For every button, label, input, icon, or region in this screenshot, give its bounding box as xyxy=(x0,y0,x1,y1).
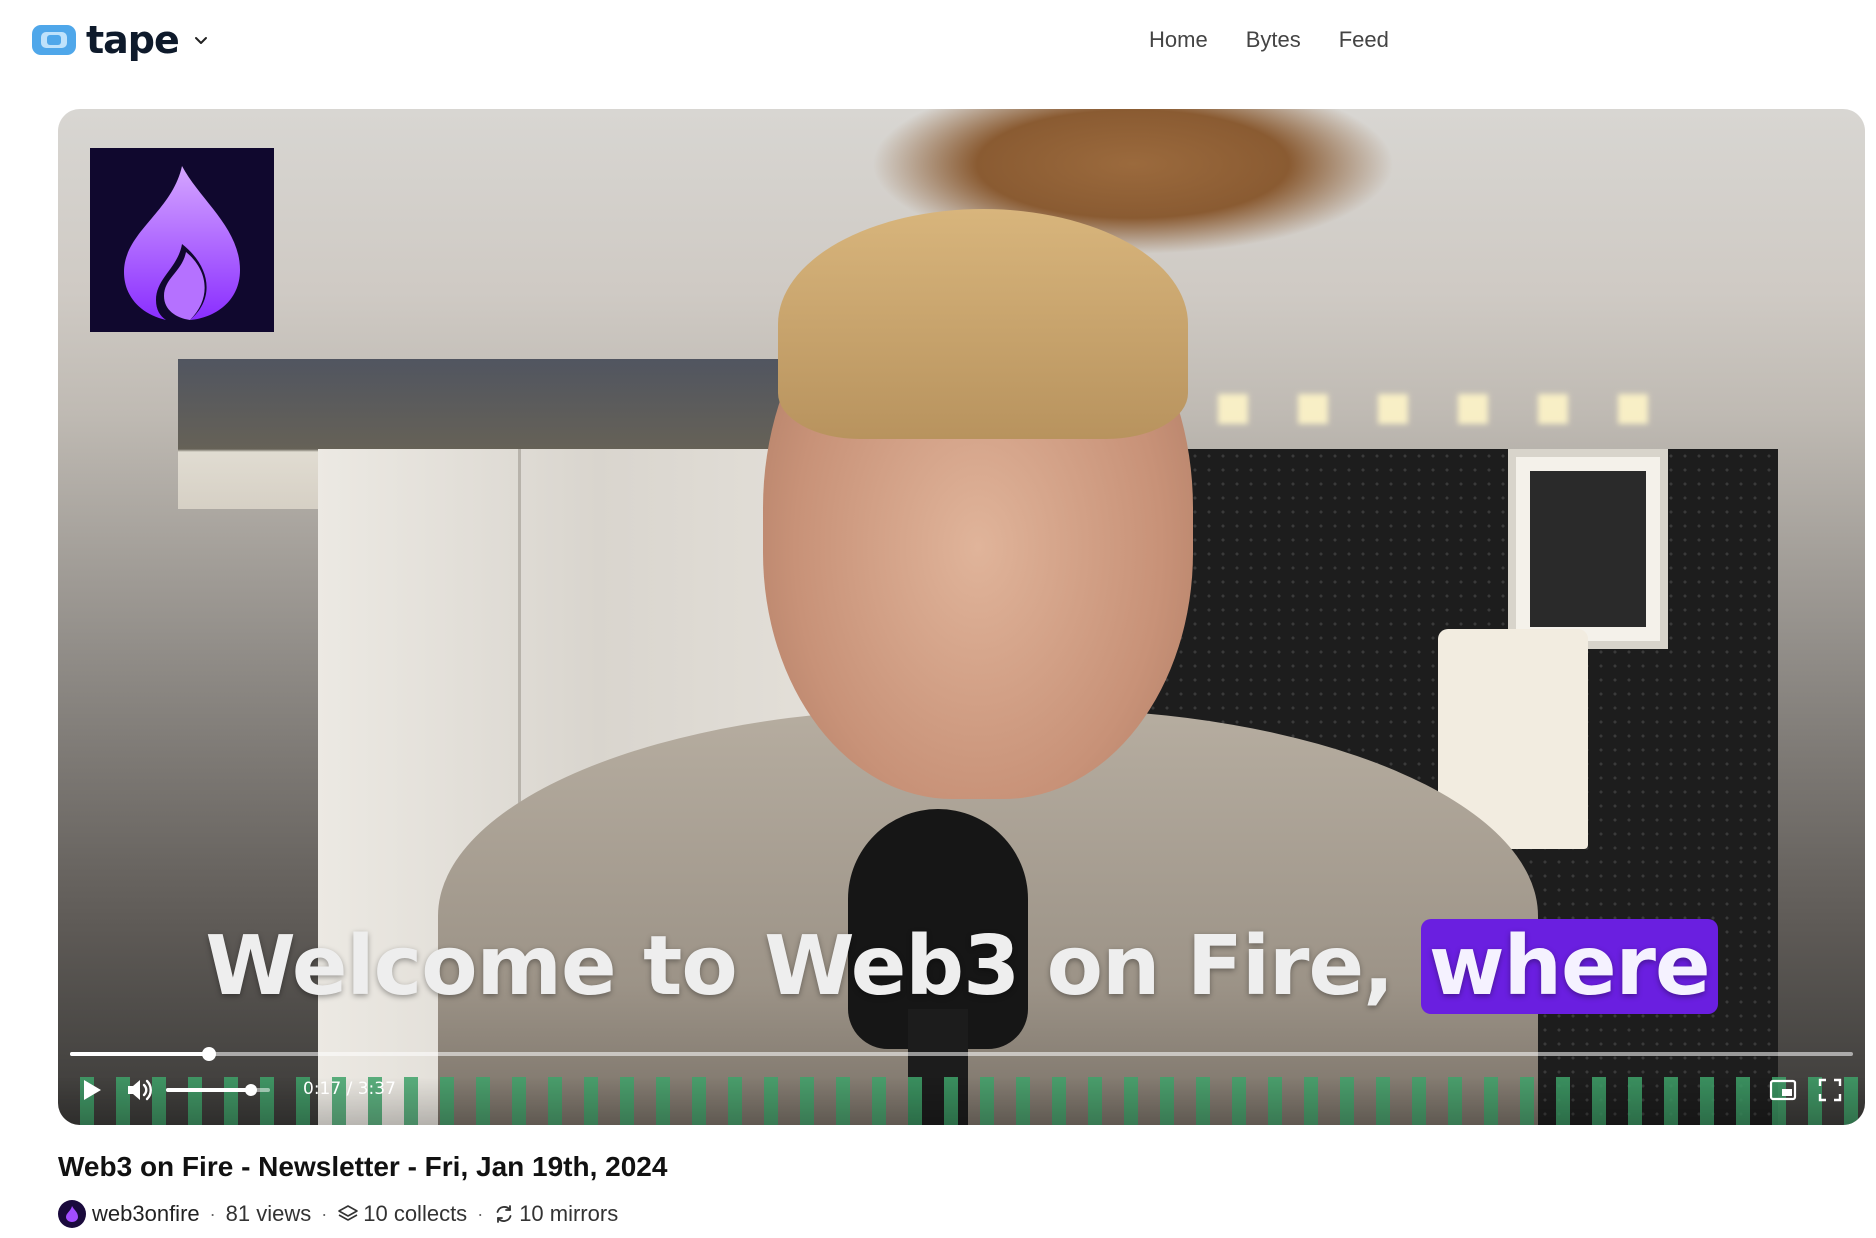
mirrors-label: 10 mirrors xyxy=(519,1201,619,1226)
video-meta: web3onfire · 81 views · 10 collects · 10… xyxy=(58,1197,618,1231)
top-nav: Home Bytes Feed xyxy=(1149,22,1389,58)
volume-slider-handle[interactable] xyxy=(245,1084,258,1096)
volume-slider[interactable] xyxy=(166,1084,270,1096)
meta-separator: · xyxy=(209,1203,216,1224)
caption-highlight-word: where xyxy=(1420,919,1718,1014)
nav-feed[interactable]: Feed xyxy=(1339,27,1389,53)
video-player[interactable]: Welcome to Web3 on Fire, where 0:17 / 3:… xyxy=(58,109,1865,1125)
time-display: 0:17 / 3:37 xyxy=(303,1079,396,1099)
player-controls: 0:17 / 3:37 xyxy=(58,1069,1865,1113)
video-caption: Welcome to Web3 on Fire, where xyxy=(58,919,1865,1014)
collects-count[interactable]: 10 collects xyxy=(337,1201,467,1227)
layers-icon xyxy=(338,1205,359,1221)
seek-bar[interactable] xyxy=(70,1047,1853,1061)
video-frame-person-hair xyxy=(778,209,1188,439)
brand-name: tape xyxy=(86,18,180,62)
nav-bytes[interactable]: Bytes xyxy=(1246,27,1301,53)
chevron-down-icon[interactable] xyxy=(191,30,211,50)
video-title: Web3 on Fire - Newsletter - Fri, Jan 19t… xyxy=(58,1151,668,1182)
nav-home[interactable]: Home xyxy=(1149,27,1208,53)
tape-logo-icon xyxy=(32,25,76,55)
seek-bar-handle[interactable] xyxy=(202,1047,217,1061)
channel-avatar[interactable] xyxy=(58,1200,86,1228)
video-frame-lights xyxy=(1138,394,1698,424)
picture-in-picture-icon[interactable] xyxy=(1768,1075,1798,1105)
meta-separator: · xyxy=(321,1203,328,1224)
mirrors-count[interactable]: 10 mirrors xyxy=(493,1201,618,1227)
channel-name-link[interactable]: web3onfire xyxy=(92,1201,200,1227)
app-header: tape Home Bytes Feed xyxy=(0,0,1876,80)
flame-icon xyxy=(66,1206,78,1222)
meta-separator: · xyxy=(477,1203,484,1224)
play-icon[interactable] xyxy=(76,1075,106,1105)
view-count: 81 views xyxy=(225,1201,312,1226)
volume-slider-fill xyxy=(166,1088,252,1092)
caption-text: Welcome to Web3 on Fire, xyxy=(205,919,1421,1014)
volume-icon[interactable] xyxy=(124,1075,154,1105)
refresh-icon xyxy=(496,1205,512,1223)
flame-icon xyxy=(124,166,240,320)
seek-bar-fill xyxy=(70,1052,210,1056)
channel-watermark-logo xyxy=(90,148,274,332)
video-frame-poster xyxy=(1508,449,1668,649)
fullscreen-icon[interactable] xyxy=(1815,1075,1845,1105)
collects-label: 10 collects xyxy=(363,1201,468,1226)
brand-logo[interactable]: tape xyxy=(32,18,211,62)
